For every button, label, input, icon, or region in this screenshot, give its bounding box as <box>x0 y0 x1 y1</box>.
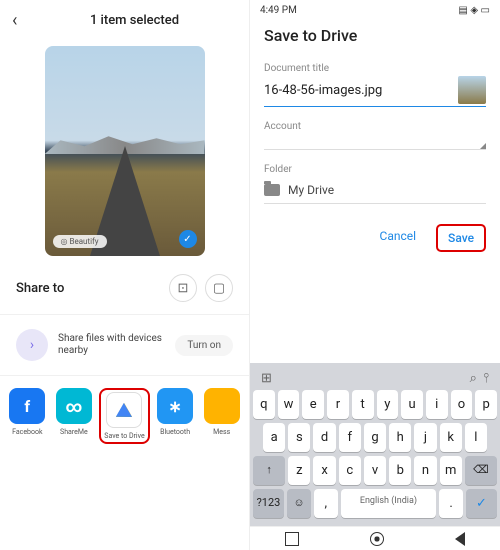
kb-row3: ↑ zxcvbnm ⌫ <box>253 456 497 485</box>
kb-row1: qwertyuiop <box>253 390 497 419</box>
key-q[interactable]: q <box>253 390 275 419</box>
app-bluetooth[interactable]: ∗ Bluetooth <box>154 388 197 444</box>
key-t[interactable]: t <box>352 390 374 419</box>
status-time: 4:49 PM <box>260 5 297 16</box>
key-c[interactable]: c <box>339 456 361 485</box>
document-title-field: Document title <box>250 59 500 117</box>
doc-title-label: Document title <box>264 63 486 74</box>
key-m[interactable]: m <box>440 456 462 485</box>
drive-icon <box>106 392 142 428</box>
shareme-icon: ∞ <box>56 388 92 424</box>
key-f[interactable]: f <box>339 423 361 452</box>
selected-check-icon[interactable]: ✓ <box>179 230 197 248</box>
kb-mic-icon[interactable]: ⫯ <box>483 371 489 386</box>
back-icon[interactable]: ‹ <box>12 10 32 31</box>
key-g[interactable]: g <box>364 423 386 452</box>
home-button[interactable] <box>370 532 384 546</box>
emoji-key[interactable]: ☺ <box>287 489 311 518</box>
key-k[interactable]: k <box>440 423 462 452</box>
header: ‹ 1 item selected <box>0 0 249 40</box>
divider <box>0 314 249 315</box>
app-save-to-drive[interactable]: Save to Drive <box>99 388 150 444</box>
folder-name: My Drive <box>288 183 334 197</box>
kb-settings-icon[interactable]: ⊞ <box>261 371 272 386</box>
key-r[interactable]: r <box>327 390 349 419</box>
beautify-button[interactable]: ◎ Beautify <box>53 235 107 248</box>
key-b[interactable]: b <box>389 456 411 485</box>
key-y[interactable]: y <box>377 390 399 419</box>
backspace-key[interactable]: ⌫ <box>465 456 497 485</box>
kb-row4: ?123 ☺ , English (India) . ✓ <box>253 489 497 518</box>
key-a[interactable]: a <box>263 423 285 452</box>
selected-image[interactable]: ◎ Beautify ✓ <box>45 46 205 256</box>
nearby-share-row: › Share files with devices nearby Turn o… <box>0 319 249 371</box>
bluetooth-icon: ∗ <box>157 388 193 424</box>
turnon-button[interactable]: Turn on <box>175 335 233 356</box>
key-i[interactable]: i <box>426 390 448 419</box>
app-shareme[interactable]: ∞ ShareMe <box>53 388 96 444</box>
selection-title: 1 item selected <box>32 13 237 28</box>
dialog-title: Save to Drive <box>250 20 500 59</box>
space-key[interactable]: English (India) <box>341 489 436 518</box>
key-o[interactable]: o <box>451 390 473 419</box>
android-navbar <box>250 526 500 550</box>
kb-search-icon[interactable]: ⌕ <box>470 371 477 386</box>
key-l[interactable]: l <box>465 423 487 452</box>
wifi-icon: ◈ <box>470 5 478 16</box>
recents-button[interactable] <box>285 532 299 546</box>
account-label: Account <box>264 121 486 132</box>
key-e[interactable]: e <box>302 390 324 419</box>
keyboard: ⊞ ⌕ ⫯ qwertyuiop asdfghjkl ↑ zxcvbnm ⌫ ?… <box>250 363 500 526</box>
folder-field[interactable]: Folder My Drive <box>250 160 500 214</box>
folder-icon <box>264 184 280 196</box>
dialog-actions: Cancel Save <box>250 214 500 262</box>
key-v[interactable]: v <box>364 456 386 485</box>
numeric-key[interactable]: ?123 <box>253 489 284 518</box>
share-label: Share to <box>16 281 161 296</box>
app-facebook[interactable]: f Facebook <box>6 388 49 444</box>
divider <box>0 375 249 376</box>
key-h[interactable]: h <box>389 423 411 452</box>
save-to-drive-screen: 4:49 PM ▤ ◈ ▭ Save to Drive Document tit… <box>250 0 500 550</box>
print-icon[interactable]: ⊡ <box>169 274 197 302</box>
doc-title-input[interactable] <box>264 83 454 98</box>
key-d[interactable]: d <box>313 423 335 452</box>
shift-key[interactable]: ↑ <box>253 456 285 485</box>
key-n[interactable]: n <box>414 456 436 485</box>
nearby-text: Share files with devices nearby <box>58 333 175 357</box>
key-w[interactable]: w <box>278 390 300 419</box>
cancel-button[interactable]: Cancel <box>370 224 427 252</box>
back-button[interactable] <box>455 532 465 546</box>
facebook-icon: f <box>9 388 45 424</box>
kb-row2: asdfghjkl <box>253 423 497 452</box>
folder-label: Folder <box>264 164 486 175</box>
key-z[interactable]: z <box>288 456 310 485</box>
save-button[interactable]: Save <box>436 224 486 252</box>
gallery-share-screen: ‹ 1 item selected ◎ Beautify ✓ Share to … <box>0 0 250 550</box>
cast-icon[interactable]: ▢ <box>205 274 233 302</box>
battery-icon: ▭ <box>481 5 490 16</box>
key-p[interactable]: p <box>475 390 497 419</box>
comma-key[interactable]: , <box>314 489 338 518</box>
period-key[interactable]: . <box>439 489 463 518</box>
key-u[interactable]: u <box>401 390 423 419</box>
enter-key[interactable]: ✓ <box>466 489 497 518</box>
nearby-icon: › <box>16 329 48 361</box>
messaging-icon <box>204 388 240 424</box>
share-apps-row: f Facebook ∞ ShareMe Save to Drive ∗ Blu… <box>0 380 249 452</box>
doc-thumbnail <box>458 76 486 104</box>
account-field[interactable]: Account <box>250 117 500 160</box>
app-messaging[interactable]: Mess <box>200 388 243 444</box>
status-bar: 4:49 PM ▤ ◈ ▭ <box>250 0 500 20</box>
share-header: Share to ⊡ ▢ <box>0 262 249 310</box>
key-x[interactable]: x <box>313 456 335 485</box>
vibrate-icon: ▤ <box>458 5 467 16</box>
key-s[interactable]: s <box>288 423 310 452</box>
key-j[interactable]: j <box>414 423 436 452</box>
